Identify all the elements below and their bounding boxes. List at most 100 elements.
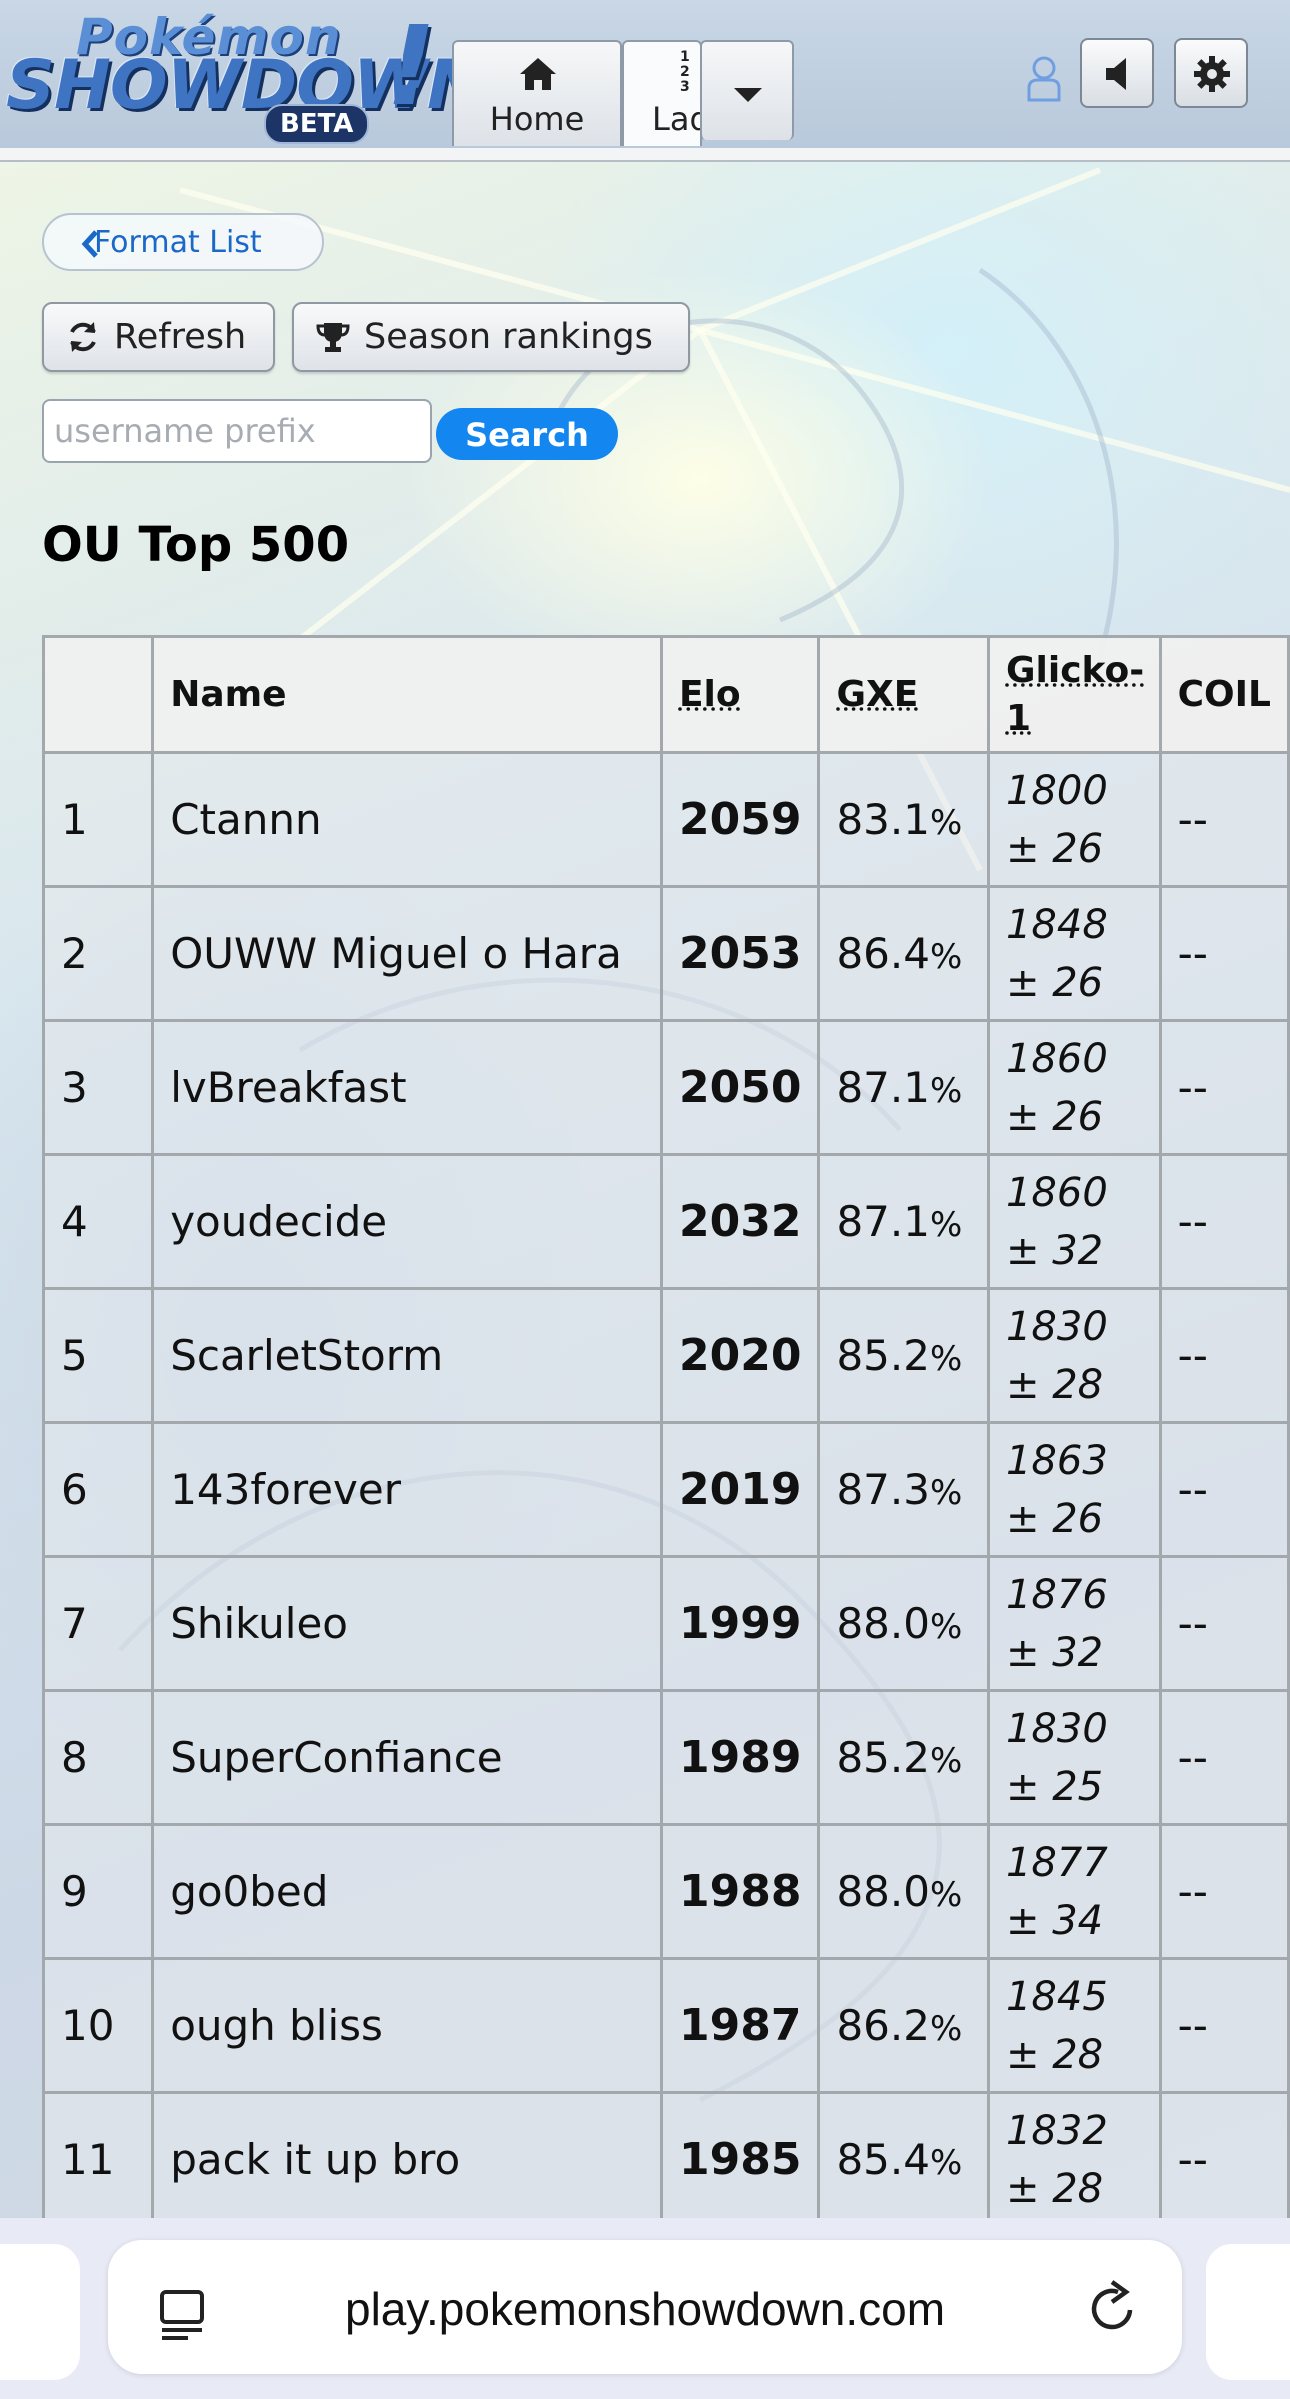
player-name-link[interactable]: OUWW Miguel o Hara	[151, 885, 663, 1022]
glicko-rating: 1845	[1005, 1973, 1108, 2020]
player-name-link[interactable]: 143forever	[151, 1421, 663, 1558]
elo-cell: 1988	[659, 1823, 821, 1960]
glicko-cell: 1877 ± 34	[986, 1823, 1162, 1960]
app-header: Pokémon SHOWDOWN ! BETA Home 1 2 3 Ladde…	[0, 0, 1290, 162]
table-row: 7 Shikuleo 1999 88.0% 1876 ± 32 --	[41, 1555, 1290, 1692]
coil-cell: --	[1158, 751, 1290, 888]
elo-cell: 2019	[659, 1421, 821, 1558]
season-rankings-button[interactable]: Season rankings	[292, 302, 690, 372]
glicko-cell: 1848 ± 26	[986, 885, 1162, 1022]
username-search-input[interactable]	[42, 399, 432, 463]
coil-cell: --	[1158, 1153, 1290, 1290]
sound-button[interactable]	[1080, 38, 1154, 108]
gxe-value: 86.4	[836, 929, 930, 978]
ladder-table: Name Elo GXE Glicko-1 COIL 1 Ctannn 2059 83…	[41, 635, 1290, 2228]
refresh-label: Refresh	[114, 317, 247, 357]
table-header-row: Name Elo GXE Glicko-1 COIL	[41, 635, 1290, 754]
elo-cell: 2050	[659, 1019, 821, 1156]
gxe-cell: 88.0%	[817, 1555, 990, 1692]
glicko-rating: 1800	[1005, 767, 1108, 814]
tabs-dropdown-button[interactable]	[700, 40, 794, 140]
gxe-cell: 85.4%	[817, 2091, 990, 2228]
logo-exclamation: !	[386, 2, 437, 130]
logo-beta-badge: BETA	[264, 104, 370, 144]
player-name-link[interactable]: SuperConfiance	[151, 1689, 663, 1826]
table-row: 3 lvBreakfast 2050 87.1% 1860 ± 26 --	[41, 1019, 1290, 1156]
glicko-deviation: ± 32	[1005, 1629, 1104, 1676]
tab-home[interactable]: Home	[452, 40, 622, 146]
table-row: 2 OUWW Miguel o Hara 2053 86.4% 1848 ± 26 --	[41, 885, 1290, 1022]
format-list-button[interactable]: Format List	[42, 213, 324, 271]
gxe-cell: 85.2%	[817, 1287, 990, 1424]
showdown-logo[interactable]: Pokémon SHOWDOWN ! BETA	[6, 2, 484, 144]
player-name-link[interactable]: Shikuleo	[151, 1555, 663, 1692]
gxe-percent-sign: %	[929, 1205, 963, 1245]
gxe-percent-sign: %	[929, 937, 963, 977]
glicko-rating: 1832	[1005, 2107, 1108, 2154]
player-name-link[interactable]: Ctannn	[151, 751, 663, 888]
glicko-deviation: ± 28	[1005, 2165, 1104, 2212]
player-name-link[interactable]: ough bliss	[151, 1957, 663, 2094]
glicko-deviation: ± 26	[1005, 1093, 1104, 1140]
rank-cell: 10	[41, 1957, 155, 2094]
player-name-link[interactable]: lvBreakfast	[151, 1019, 663, 1156]
trophy-icon	[316, 323, 350, 352]
gxe-value: 85.2	[836, 1331, 930, 1380]
table-row: 1 Ctannn 2059 83.1% 1800 ± 26 --	[41, 751, 1290, 888]
ranking-number: 2	[680, 64, 690, 80]
glicko-rating: 1877	[1005, 1839, 1108, 1886]
gxe-value: 85.2	[836, 1733, 930, 1782]
gxe-percent-sign: %	[929, 803, 963, 843]
gxe-cell: 87.1%	[817, 1019, 990, 1156]
refresh-button[interactable]: Refresh	[42, 302, 275, 372]
chevron-left-icon	[81, 230, 98, 258]
tab-ladder[interactable]: 1 2 3 Ladder	[622, 40, 702, 146]
previous-tab-card[interactable]	[0, 2244, 80, 2380]
glicko-cell: 1800 ± 26	[986, 751, 1162, 888]
table-row: 11 pack it up bro 1985 85.4% 1832 ± 28 --	[41, 2091, 1290, 2228]
glicko-deviation: ± 26	[1005, 959, 1104, 1006]
reload-icon[interactable]	[1086, 2280, 1140, 2336]
glicko-cell: 1863 ± 26	[986, 1421, 1162, 1558]
elo-cell: 1999	[659, 1555, 821, 1692]
next-tab-card[interactable]	[1206, 2244, 1290, 2380]
table-row: 8 SuperConfiance 1989 85.2% 1830 ± 25 --	[41, 1689, 1290, 1826]
address-bar[interactable]: play.pokemonshowdown.com	[108, 2240, 1182, 2374]
rank-cell: 1	[41, 751, 155, 888]
tab-home-label: Home	[489, 100, 585, 138]
gxe-value: 87.3	[836, 1465, 930, 1514]
glicko-deviation: ± 28	[1005, 1361, 1104, 1408]
elo-cell: 2032	[659, 1153, 821, 1290]
coil-cell: --	[1158, 1019, 1290, 1156]
format-list-label: Format List	[94, 224, 262, 260]
glicko-cell: 1860 ± 32	[986, 1153, 1162, 1290]
column-header-glicko[interactable]: Glicko-1	[986, 635, 1162, 754]
gxe-cell: 87.1%	[817, 1153, 990, 1290]
gxe-percent-sign: %	[929, 2009, 963, 2049]
gxe-value: 85.4	[836, 2135, 930, 2184]
gxe-value: 88.0	[836, 1599, 930, 1648]
column-header-gxe[interactable]: GXE	[817, 635, 990, 754]
gxe-value: 83.1	[836, 795, 930, 844]
search-button[interactable]: Search	[436, 408, 618, 460]
rank-cell: 7	[41, 1555, 155, 1692]
player-name-link[interactable]: pack it up bro	[151, 2091, 663, 2228]
glicko-rating: 1830	[1005, 1705, 1108, 1752]
ranking-number: 1	[680, 49, 690, 65]
player-name-link[interactable]: go0bed	[151, 1823, 663, 1960]
gxe-percent-sign: %	[929, 1875, 963, 1915]
rank-cell: 9	[41, 1823, 155, 1960]
player-name-link[interactable]: youdecide	[151, 1153, 663, 1290]
gxe-percent-sign: %	[929, 1741, 963, 1781]
gxe-value: 86.2	[836, 2001, 930, 2050]
user-icon[interactable]	[1026, 54, 1062, 102]
settings-button[interactable]	[1174, 38, 1248, 108]
gxe-cell: 88.0%	[817, 1823, 990, 1960]
column-header-elo[interactable]: Elo	[659, 635, 821, 754]
player-name-link[interactable]: ScarletStorm	[151, 1287, 663, 1424]
glicko-deviation: ± 28	[1005, 2031, 1104, 2078]
gxe-cell: 83.1%	[817, 751, 990, 888]
ranking-number: 3	[680, 79, 690, 95]
coil-cell: --	[1158, 1555, 1290, 1692]
table-row: 10 ough bliss 1987 86.2% 1845 ± 28 --	[41, 1957, 1290, 2094]
